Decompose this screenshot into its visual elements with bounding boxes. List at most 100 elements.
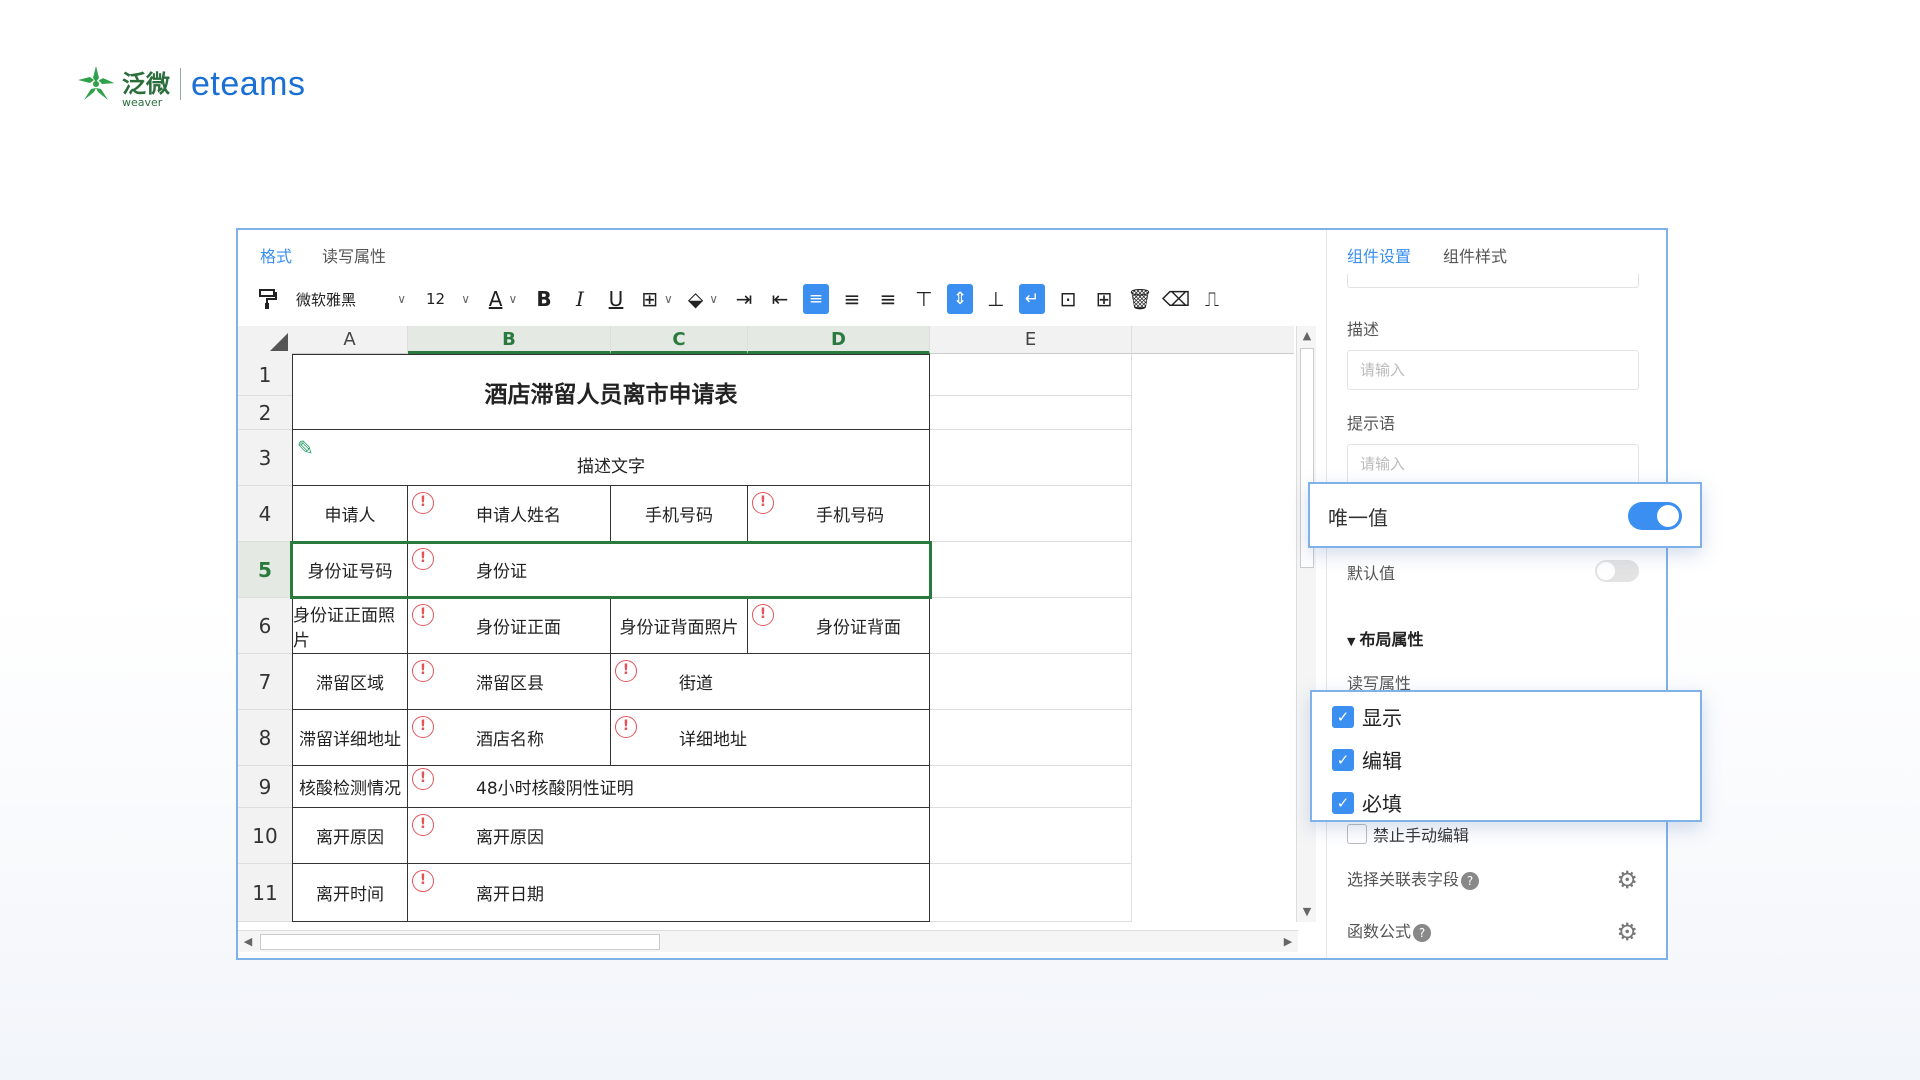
desc-cell[interactable]: ✎ 描述文字: [292, 430, 930, 486]
valign-bottom-icon[interactable]: ⊥: [978, 284, 1014, 314]
cell-a9[interactable]: 核酸检测情况: [292, 766, 408, 808]
outdent-icon[interactable]: ⇤: [762, 284, 798, 314]
wrap-text-icon[interactable]: ↵: [1019, 284, 1045, 314]
cell-b9[interactable]: ! 48小时核酸阴性证明: [408, 766, 930, 808]
align-center-icon[interactable]: ≡: [834, 284, 870, 314]
cell-b8[interactable]: ! 酒店名称: [408, 710, 611, 766]
no-manual-edit-row[interactable]: 禁止手动编辑: [1347, 822, 1469, 846]
desc-input[interactable]: 请输入: [1347, 350, 1639, 390]
horizontal-scroll-thumb[interactable]: [260, 934, 660, 950]
cell-b7[interactable]: ! 滞留区县: [408, 654, 611, 710]
default-value-toggle[interactable]: [1595, 560, 1639, 582]
underline-button[interactable]: U: [598, 284, 634, 314]
row-header-4[interactable]: 4: [238, 486, 292, 542]
row-header-8[interactable]: 8: [238, 710, 292, 766]
cell-b11[interactable]: ! 离开日期: [408, 864, 930, 922]
stamp-icon[interactable]: ⎍: [1194, 284, 1230, 314]
title-cell[interactable]: 酒店滞留人员离市申请表: [292, 354, 930, 430]
gear-icon[interactable]: ⚙: [1616, 866, 1638, 894]
tab-read-write[interactable]: 读写属性: [322, 243, 386, 267]
clear-icon[interactable]: ⌫: [1158, 284, 1194, 314]
scroll-up-icon[interactable]: ▲: [1297, 326, 1317, 346]
border-button[interactable]: ⊞ ∨: [634, 284, 680, 314]
check-row-display[interactable]: ✓ 显示: [1332, 702, 1402, 731]
cell-e2[interactable]: [930, 396, 1132, 430]
cell-d4[interactable]: ! 手机号码: [748, 486, 930, 542]
cell-b10[interactable]: ! 离开原因: [408, 808, 930, 864]
column-header-e[interactable]: E: [930, 326, 1132, 354]
column-header-a[interactable]: A: [292, 326, 408, 354]
cell-a11[interactable]: 离开时间: [292, 864, 408, 922]
cell-e11[interactable]: [930, 864, 1132, 922]
cell-e8[interactable]: [930, 710, 1132, 766]
column-header-c[interactable]: C: [611, 326, 748, 354]
row-header-6[interactable]: 6: [238, 598, 292, 654]
cell-a4[interactable]: 申请人: [292, 486, 408, 542]
row-header-1[interactable]: 1: [238, 354, 292, 396]
scroll-left-icon[interactable]: ◀: [238, 932, 258, 952]
valign-middle-icon[interactable]: ⇕: [947, 284, 973, 314]
font-color-button[interactable]: A ∨: [480, 284, 526, 314]
select-all-corner[interactable]: [238, 326, 292, 354]
check-row-edit[interactable]: ✓ 编辑: [1332, 745, 1402, 774]
checkmark-icon[interactable]: ✓: [1332, 791, 1354, 814]
align-left-icon[interactable]: ≡: [803, 284, 829, 314]
unmerge-icon[interactable]: ⊞: [1086, 284, 1122, 314]
check-row-required[interactable]: ✓ 必填: [1332, 788, 1402, 817]
merge-icon[interactable]: ⊡: [1050, 284, 1086, 314]
layout-section-header[interactable]: ▼ 布局属性: [1347, 626, 1423, 650]
help-icon[interactable]: ?: [1413, 923, 1432, 942]
cell-c6[interactable]: 身份证背面照片: [611, 598, 748, 654]
row-header-5[interactable]: 5: [238, 542, 292, 598]
cell-d6[interactable]: ! 身份证背面: [748, 598, 930, 654]
column-header-d[interactable]: D: [748, 326, 930, 354]
cell-b4[interactable]: ! 申请人姓名: [408, 486, 611, 542]
cell-e6[interactable]: [930, 598, 1132, 654]
align-right-icon[interactable]: ≡: [870, 284, 906, 314]
cell-a7[interactable]: 滞留区域: [292, 654, 408, 710]
cell-e5[interactable]: [930, 542, 1132, 598]
font-family-select[interactable]: 微软雅黑 ∨: [286, 284, 416, 314]
cell-c4[interactable]: 手机号码: [611, 486, 748, 542]
format-painter-icon[interactable]: [250, 284, 286, 314]
font-size-select[interactable]: 12 ∨: [416, 284, 480, 314]
indent-icon[interactable]: ⇥: [726, 284, 762, 314]
gear-icon[interactable]: ⚙: [1616, 918, 1638, 946]
valign-top-icon[interactable]: ⊤: [906, 284, 942, 314]
cell-b6[interactable]: ! 身份证正面: [408, 598, 611, 654]
row-header-3[interactable]: 3: [238, 430, 292, 486]
horizontal-scrollbar[interactable]: ◀ ▶: [238, 930, 1298, 952]
cell-e1[interactable]: [930, 354, 1132, 396]
row-header-9[interactable]: 9: [238, 766, 292, 808]
cell-e9[interactable]: [930, 766, 1132, 808]
italic-button[interactable]: I: [562, 284, 598, 314]
help-icon[interactable]: ?: [1461, 871, 1480, 890]
tab-component-settings[interactable]: 组件设置: [1347, 243, 1411, 267]
checkmark-icon[interactable]: ✓: [1332, 748, 1354, 771]
row-header-7[interactable]: 7: [238, 654, 292, 710]
fill-color-button[interactable]: ⬙ ∨: [680, 284, 726, 314]
cell-a8[interactable]: 滞留详细地址: [292, 710, 408, 766]
cell-e7[interactable]: [930, 654, 1132, 710]
row-header-10[interactable]: 10: [238, 808, 292, 864]
column-header-b[interactable]: B: [408, 326, 611, 354]
scroll-right-icon[interactable]: ▶: [1278, 932, 1298, 952]
cell-a10[interactable]: 离开原因: [292, 808, 408, 864]
cell-c7[interactable]: ! 街道: [611, 654, 930, 710]
tab-component-style[interactable]: 组件样式: [1443, 243, 1507, 267]
row-header-2[interactable]: 2: [238, 396, 292, 430]
scroll-down-icon[interactable]: ▼: [1297, 902, 1317, 922]
cell-a6[interactable]: 身份证正面照片: [292, 598, 408, 654]
delete-icon[interactable]: 🗑: [1122, 284, 1158, 314]
checkmark-icon[interactable]: ✓: [1332, 705, 1354, 728]
hint-input[interactable]: 请输入: [1347, 444, 1639, 484]
cell-a5[interactable]: 身份证号码: [292, 542, 408, 598]
unique-value-toggle[interactable]: [1628, 502, 1682, 530]
tab-format[interactable]: 格式: [260, 243, 292, 267]
cell-b5[interactable]: ! 身份证: [408, 542, 930, 598]
vertical-scrollbar[interactable]: ▲ ▼: [1296, 326, 1316, 922]
cell-e4[interactable]: [930, 486, 1132, 542]
row-header-11[interactable]: 11: [238, 864, 292, 922]
cell-e3[interactable]: [930, 430, 1132, 486]
cell-c8[interactable]: ! 详细地址: [611, 710, 930, 766]
